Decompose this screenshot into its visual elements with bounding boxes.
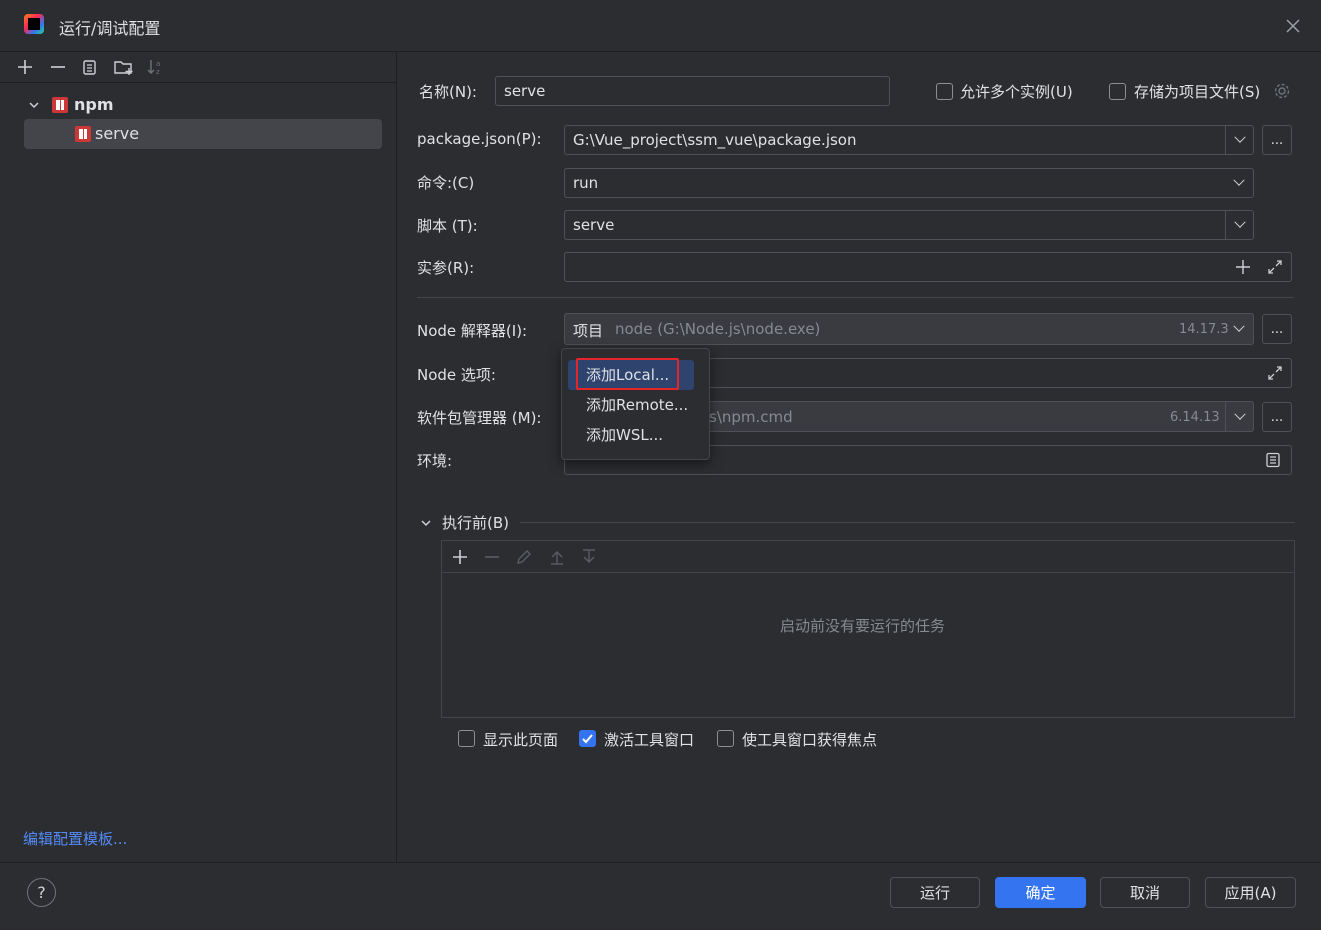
package-manager-label: 软件包管理器 (M): [417,409,542,427]
plus-icon[interactable] [451,548,469,570]
args-label: 实参(R): [417,259,475,277]
help-icon: ? [37,883,46,902]
chevron-down-icon[interactable] [1225,211,1253,239]
browse-package-json-button[interactable]: ... [1262,125,1292,155]
ok-button[interactable]: 确定 [995,877,1086,908]
command-label: 命令:(C) [417,174,475,192]
args-input[interactable] [564,252,1292,282]
tree-item-serve[interactable]: serve [24,119,382,149]
tree-group-label: npm [74,95,114,114]
chevron-down-icon[interactable] [1225,402,1253,431]
name-label: 名称(N): [419,83,477,101]
browse-node-button[interactable]: ... [1262,314,1292,344]
before-launch-toolbar [442,541,1294,573]
list-icon[interactable] [1265,452,1281,472]
minus-icon[interactable] [483,548,501,570]
plus-icon[interactable] [16,58,34,80]
minus-icon[interactable] [49,58,67,80]
browse-package-manager-button[interactable]: ... [1262,402,1292,432]
expand-icon[interactable] [1267,259,1283,279]
separator [520,522,1295,523]
env-label: 环境: [417,452,453,470]
config-tree-pane: az npm serve 编辑配置模板... [0,52,397,862]
tree-item-label: serve [95,124,140,143]
show-page-checkbox[interactable] [458,730,475,747]
edit-templates-link[interactable]: 编辑配置模板... [23,828,127,849]
app-logo-icon [24,14,44,34]
node-interpreter-label: Node 解释器(I): [417,322,528,340]
plus-icon[interactable] [1235,259,1251,279]
left-toolbar: az [0,52,396,83]
cancel-button[interactable]: 取消 [1100,877,1190,908]
expand-icon[interactable] [1267,365,1283,385]
script-label: 脚本 (T): [417,217,478,235]
package-json-label: package.json(P): [417,130,542,148]
npm-icon [75,126,91,142]
chevron-down-icon[interactable] [28,97,40,115]
node-interpreter-select[interactable]: 项目 node (G:\Node.js\node.exe) 14.17.3 [564,313,1254,345]
node-options-label: Node 选项: [417,366,496,384]
package-json-input[interactable]: G:\Vue_project\ssm_vue\package.json [564,125,1254,155]
show-page-label[interactable]: 显示此页面 [483,729,558,750]
edit-icon[interactable] [515,548,533,570]
move-down-icon[interactable] [580,548,598,570]
focus-tool-window-checkbox[interactable] [717,730,734,747]
popup-item-add-wsl[interactable]: 添加WSL... [568,420,694,450]
allow-multiple-checkbox[interactable] [936,83,953,100]
tree-group-npm[interactable]: npm [24,93,384,117]
store-as-project-label[interactable]: 存储为项目文件(S) [1134,81,1260,102]
activate-tool-window-label[interactable]: 激活工具窗口 [604,729,694,750]
gear-icon[interactable] [1273,82,1291,104]
svg-text:a: a [156,60,160,68]
separator [417,297,1294,298]
highlight-annotation [576,358,679,390]
chevron-down-icon[interactable] [1225,169,1253,197]
focus-tool-window-label[interactable]: 使工具窗口获得焦点 [742,729,877,750]
svg-text:z: z [156,68,160,76]
script-input[interactable]: serve [564,210,1254,240]
copy-icon[interactable] [81,58,99,80]
run-button[interactable]: 运行 [890,877,980,908]
popup-item-add-remote[interactable]: 添加Remote... [568,390,694,420]
allow-multiple-label[interactable]: 允许多个实例(U) [960,81,1073,102]
name-input[interactable]: serve [495,76,890,106]
store-as-project-checkbox[interactable] [1109,83,1126,100]
activate-tool-window-checkbox[interactable] [579,730,596,747]
close-icon[interactable] [1284,17,1302,35]
chevron-down-icon[interactable] [1225,314,1253,344]
apply-button[interactable]: 应用(A) [1205,877,1296,908]
title-bar: 运行/调试配置 [0,0,1321,52]
window-title: 运行/调试配置 [59,19,161,38]
chevron-down-icon[interactable] [1225,126,1253,154]
before-launch-header[interactable]: 执行前(B) [442,512,509,533]
before-launch-panel: 启动前没有要运行的任务 [441,540,1295,718]
sort-icon[interactable]: az [146,58,164,80]
chevron-down-icon[interactable] [420,515,432,533]
npm-icon [52,97,68,113]
new-folder-icon[interactable] [113,58,135,80]
command-select[interactable]: run [564,168,1254,198]
help-button[interactable]: ? [27,878,56,907]
before-launch-empty-text: 启动前没有要运行的任务 [780,617,946,635]
move-up-icon[interactable] [548,548,566,570]
